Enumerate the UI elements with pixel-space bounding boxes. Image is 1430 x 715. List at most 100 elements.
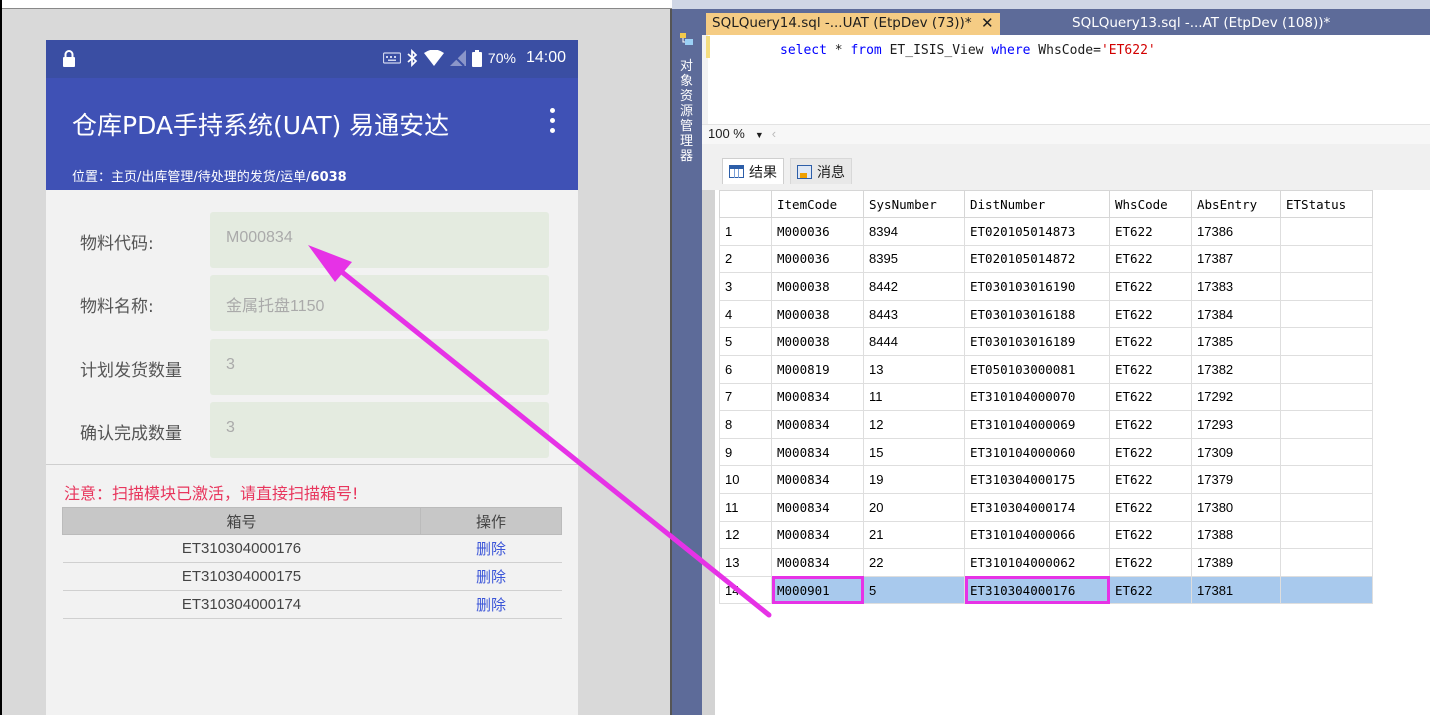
grid-cell[interactable]: 17388 bbox=[1191, 520, 1281, 550]
grid-cell[interactable]: ET622 bbox=[1109, 465, 1192, 494]
grid-cell[interactable]: 17387 bbox=[1191, 244, 1281, 274]
close-icon[interactable]: ✕ bbox=[981, 14, 994, 32]
confirmed-qty-input[interactable]: 3 bbox=[210, 402, 549, 458]
grid-cell[interactable]: 17379 bbox=[1191, 465, 1281, 494]
grid-cell[interactable]: 5 bbox=[863, 575, 965, 605]
table-row[interactable]: 2 M000036 8395 ET020105014872 ET622 17387 bbox=[719, 244, 1373, 274]
grid-cell[interactable]: ET622 bbox=[1109, 382, 1192, 412]
grid-cell[interactable]: ET622 bbox=[1109, 327, 1192, 356]
table-row[interactable]: 7 M000834 11 ET310104000070 ET622 17292 bbox=[719, 382, 1373, 412]
grid-cell[interactable]: 8444 bbox=[863, 327, 965, 356]
grid-cell[interactable]: M000038 bbox=[771, 272, 864, 301]
grid-cell[interactable]: ET030103016189 bbox=[964, 327, 1110, 356]
column-header[interactable]: ItemCode bbox=[771, 190, 864, 218]
results-grid[interactable]: ItemCode SysNumber DistNumber WhsCode AbsEnt… bbox=[719, 190, 1373, 605]
grid-cell[interactable]: M000834 bbox=[771, 382, 864, 412]
grid-cell[interactable]: 19 bbox=[863, 465, 965, 494]
grid-cell[interactable]: ET020105014873 bbox=[964, 217, 1110, 246]
query-editor[interactable]: select * from ET_ISIS_View where WhsCode… bbox=[702, 35, 1430, 125]
grid-cell[interactable]: ET622 bbox=[1109, 299, 1192, 329]
grid-cell[interactable]: ET310104000060 bbox=[964, 437, 1110, 467]
grid-cell[interactable]: 21 bbox=[863, 520, 965, 550]
delete-link[interactable]: 删除 bbox=[420, 562, 562, 591]
grid-cell[interactable] bbox=[1280, 520, 1373, 550]
table-row[interactable]: 4 M000038 8443 ET030103016188 ET622 17384 bbox=[719, 299, 1373, 329]
grid-cell[interactable]: ET622 bbox=[1109, 354, 1192, 384]
grid-cell[interactable]: 17383 bbox=[1191, 272, 1281, 301]
grid-cell[interactable] bbox=[1280, 217, 1373, 246]
grid-cell[interactable]: 17381 bbox=[1191, 575, 1281, 605]
table-row[interactable]: 11 M000834 20 ET310304000174 ET622 17380 bbox=[719, 492, 1373, 522]
grid-cell[interactable]: ET310104000069 bbox=[964, 410, 1110, 439]
grid-cell[interactable] bbox=[1280, 492, 1373, 522]
grid-cell[interactable]: 8395 bbox=[863, 244, 965, 274]
table-row[interactable]: 9 M000834 15 ET310104000060 ET622 17309 bbox=[719, 437, 1373, 467]
grid-cell[interactable]: 8442 bbox=[863, 272, 965, 301]
grid-cell[interactable]: M000819 bbox=[771, 354, 864, 384]
grid-cell[interactable]: ET622 bbox=[1109, 217, 1192, 246]
column-header[interactable]: ETStatus bbox=[1280, 190, 1373, 218]
grid-cell[interactable]: M000036 bbox=[771, 244, 864, 274]
table-row[interactable]: 12 M000834 21 ET310104000066 ET622 17388 bbox=[719, 520, 1373, 550]
tab-results[interactable]: 结果 bbox=[722, 158, 784, 184]
column-header[interactable]: AbsEntry bbox=[1191, 190, 1281, 218]
grid-cell[interactable]: ET622 bbox=[1109, 492, 1192, 522]
grid-cell[interactable]: 8443 bbox=[863, 299, 965, 329]
table-row[interactable]: 13 M000834 22 ET310104000062 ET622 17389 bbox=[719, 548, 1373, 577]
grid-cell[interactable] bbox=[1280, 465, 1373, 494]
table-row[interactable]: 1 M000036 8394 ET020105014873 ET622 17386 bbox=[719, 217, 1373, 246]
table-row[interactable]: 5 M000038 8444 ET030103016189 ET622 17385 bbox=[719, 327, 1373, 356]
grid-cell[interactable]: ET050103000081 bbox=[964, 354, 1110, 384]
grid-cell[interactable]: M000038 bbox=[771, 327, 864, 356]
grid-cell[interactable]: 20 bbox=[863, 492, 965, 522]
tab-messages[interactable]: 消息 bbox=[790, 158, 852, 184]
grid-cell[interactable]: ET030103016188 bbox=[964, 299, 1110, 329]
grid-cell[interactable] bbox=[1280, 327, 1373, 356]
item-name-input[interactable]: 金属托盘1150 bbox=[210, 275, 549, 331]
grid-cell[interactable]: M000834 bbox=[771, 437, 864, 467]
scroll-left-icon[interactable]: ‹ bbox=[772, 126, 776, 141]
grid-cell[interactable]: ET310304000175 bbox=[964, 465, 1110, 494]
grid-cell[interactable]: ET622 bbox=[1109, 437, 1192, 467]
grid-cell[interactable]: 12 bbox=[863, 410, 965, 439]
grid-cell[interactable]: 17389 bbox=[1191, 548, 1281, 577]
grid-cell[interactable]: 8394 bbox=[863, 217, 965, 246]
column-header[interactable]: WhsCode bbox=[1109, 190, 1192, 218]
grid-cell[interactable]: 22 bbox=[863, 548, 965, 577]
grid-cell[interactable]: 13 bbox=[863, 354, 965, 384]
grid-cell[interactable] bbox=[1280, 548, 1373, 577]
grid-cell[interactable]: 17380 bbox=[1191, 492, 1281, 522]
overflow-menu-icon[interactable] bbox=[546, 108, 558, 136]
grid-cell[interactable] bbox=[1280, 410, 1373, 439]
grid-cell[interactable] bbox=[1280, 299, 1373, 329]
grid-cell[interactable]: 17386 bbox=[1191, 217, 1281, 246]
item-code-input[interactable]: M000834 bbox=[210, 212, 549, 268]
grid-cell[interactable]: 17293 bbox=[1191, 410, 1281, 439]
tab-sqlquery14[interactable]: SQLQuery14.sql -...UAT (EtpDev (73))* ✕ bbox=[706, 13, 1000, 35]
grid-cell[interactable] bbox=[1280, 244, 1373, 274]
row-number-header[interactable] bbox=[719, 190, 772, 218]
grid-cell[interactable]: M000901 bbox=[771, 575, 864, 605]
tab-sqlquery13[interactable]: SQLQuery13.sql -...AT (EtpDev (108))* bbox=[1066, 13, 1336, 35]
grid-cell[interactable]: ET622 bbox=[1109, 410, 1192, 439]
grid-cell[interactable] bbox=[1280, 382, 1373, 412]
grid-cell[interactable]: 17382 bbox=[1191, 354, 1281, 384]
grid-cell[interactable]: ET622 bbox=[1109, 520, 1192, 550]
table-row[interactable]: 3 M000038 8442 ET030103016190 ET622 17383 bbox=[719, 272, 1373, 301]
table-row[interactable]: 10 M000834 19 ET310304000175 ET622 17379 bbox=[719, 465, 1373, 494]
grid-cell[interactable]: ET310104000062 bbox=[964, 548, 1110, 577]
grid-cell[interactable]: 11 bbox=[863, 382, 965, 412]
grid-cell[interactable]: M000834 bbox=[771, 520, 864, 550]
grid-cell[interactable]: M000834 bbox=[771, 492, 864, 522]
grid-cell[interactable]: ET310304000174 bbox=[964, 492, 1110, 522]
grid-cell[interactable]: ET622 bbox=[1109, 548, 1192, 577]
column-header[interactable]: SysNumber bbox=[863, 190, 965, 218]
grid-cell[interactable]: 15 bbox=[863, 437, 965, 467]
grid-cell[interactable]: M000834 bbox=[771, 410, 864, 439]
grid-cell[interactable]: M000834 bbox=[771, 465, 864, 494]
zoom-select[interactable]: 100 % ▼ ‹ bbox=[708, 126, 776, 141]
table-row[interactable]: 6 M000819 13 ET050103000081 ET622 17382 bbox=[719, 354, 1373, 384]
grid-cell[interactable]: ET310104000066 bbox=[964, 520, 1110, 550]
grid-cell[interactable]: ET622 bbox=[1109, 575, 1192, 605]
table-row[interactable]: 14 M000901 5 ET310304000176 ET622 17381 bbox=[719, 575, 1373, 605]
